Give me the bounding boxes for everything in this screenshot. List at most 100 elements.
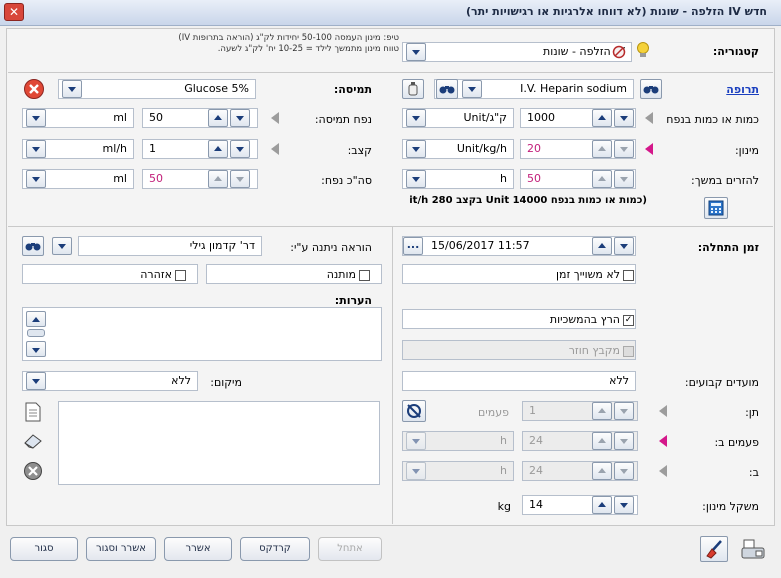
- kardex-button[interactable]: קרדקס: [240, 537, 310, 561]
- approve-close-button[interactable]: אשרר וסגור: [86, 537, 156, 561]
- comments-scroll-thumb[interactable]: [27, 329, 45, 337]
- continuous-unit-dropdown[interactable]: [406, 170, 426, 188]
- every-label: פעמים ב:: [714, 436, 759, 449]
- drug-dropdown-button[interactable]: [462, 80, 482, 98]
- tip-line-2: טווח מינון מתמשך לילד = 10-25 יח' לק"ג ל…: [217, 44, 399, 54]
- pill-icon: [612, 45, 626, 59]
- separator: [8, 72, 773, 73]
- separator: [8, 226, 773, 227]
- total-volume-unit-dropdown[interactable]: [26, 170, 46, 188]
- total-volume-down[interactable]: [230, 170, 250, 188]
- dose-label: מינון:: [734, 144, 759, 157]
- run-continuous-checkbox[interactable]: ✓הרץ בהמשכיות: [550, 313, 634, 326]
- amount-up-button[interactable]: [592, 109, 612, 127]
- times-unit: פעמים: [478, 406, 509, 419]
- ordered-by-dropdown[interactable]: [52, 237, 72, 255]
- continuous-up-button[interactable]: [592, 170, 612, 188]
- times-down[interactable]: [614, 402, 634, 420]
- location-label: מיקום:: [210, 376, 242, 389]
- drug-link[interactable]: תרופה: [726, 83, 759, 96]
- amount-arrow-icon[interactable]: [642, 109, 656, 127]
- drug-binoculars-icon[interactable]: [436, 79, 458, 99]
- location-dropdown[interactable]: [26, 372, 46, 390]
- drug-search-binoculars-icon[interactable]: [640, 79, 662, 99]
- title-bar: ✕ חדש IV הזלפה - שונות (לא דווחו אלרגיות…: [0, 0, 781, 26]
- close-window-button[interactable]: ✕: [4, 3, 24, 21]
- times-label: תן:: [745, 406, 759, 419]
- rate-down-button[interactable]: [230, 140, 250, 158]
- ordered-by-select[interactable]: דר' קדמון גילי: [78, 236, 262, 256]
- start-time-label: זמן התחלה:: [697, 241, 759, 254]
- weight-down[interactable]: [614, 496, 634, 514]
- fixed-times-select[interactable]: ללא: [402, 371, 636, 391]
- dose-unit-dropdown[interactable]: [406, 140, 426, 158]
- bulb-icon: [634, 41, 652, 59]
- reset-button[interactable]: אתחל: [318, 537, 382, 561]
- print-icon[interactable]: [740, 538, 768, 562]
- calculator-icon[interactable]: [704, 197, 728, 219]
- during-unit-dropdown[interactable]: [406, 462, 426, 480]
- broom-icon[interactable]: [700, 536, 728, 562]
- continuous-label: להזרים במשך:: [691, 174, 759, 187]
- solution-dropdown-button[interactable]: [62, 80, 82, 98]
- no-time-checkbox[interactable]: לא משוייך זמן: [556, 268, 634, 281]
- continuous-down-button[interactable]: [614, 170, 634, 188]
- start-time-up[interactable]: [592, 237, 612, 255]
- during-label: ב:: [748, 466, 759, 479]
- rate-arrow-icon[interactable]: [268, 140, 282, 158]
- during-up[interactable]: [592, 462, 612, 480]
- during-down[interactable]: [614, 462, 634, 480]
- solution-volume-down[interactable]: [230, 109, 250, 127]
- column-divider: [392, 227, 393, 524]
- every-unit-dropdown[interactable]: [406, 432, 426, 450]
- start-time-picker-button[interactable]: ...: [403, 237, 423, 255]
- solution-volume-label: נפח תמיסה:: [314, 113, 372, 126]
- rate-up-button[interactable]: [208, 140, 228, 158]
- schedule-settings-icon[interactable]: [402, 400, 426, 422]
- ordered-by-binoculars-icon[interactable]: [22, 236, 44, 256]
- weight-unit: kg: [497, 500, 511, 513]
- amount-unit-dropdown[interactable]: [406, 109, 426, 127]
- tip-line-1: טיפ: מינון העמסה 50-100 יחידות לק"ג (הור…: [178, 33, 399, 43]
- every-up[interactable]: [592, 432, 612, 450]
- solution-select[interactable]: Glucose 5%: [58, 79, 256, 99]
- approve-button[interactable]: אשרר: [164, 537, 232, 561]
- drug-info-bottle-icon[interactable]: [402, 79, 424, 99]
- dose-down-button[interactable]: [614, 140, 634, 158]
- category-select[interactable]: IV הזלפה - שונות: [402, 42, 632, 62]
- eraser-icon[interactable]: [22, 432, 44, 450]
- comments-textarea[interactable]: [22, 307, 382, 361]
- every-arrow-icon[interactable]: [656, 432, 670, 450]
- solution-label: תמיסה:: [333, 83, 372, 96]
- solution-volume-unit-dropdown[interactable]: [26, 109, 46, 127]
- start-time-down[interactable]: [614, 237, 634, 255]
- rate-unit-dropdown[interactable]: [26, 140, 46, 158]
- ordered-by-label: הוראה ניתנה ע"י:: [290, 241, 372, 254]
- amount-down-button[interactable]: [614, 109, 634, 127]
- warning-checkbox[interactable]: אזהרה: [140, 268, 186, 281]
- drug-summary: (כמות או כמות בנפח Unit 14000 בקצב 280 i…: [409, 195, 647, 206]
- times-up[interactable]: [592, 402, 612, 420]
- fixed-times-label: מועדים קבועים:: [684, 376, 759, 389]
- times-arrow-icon[interactable]: [656, 402, 670, 420]
- dose-arrow-icon[interactable]: [642, 140, 656, 158]
- remove-solution-icon[interactable]: [22, 78, 46, 100]
- recurrent-checkbox[interactable]: מקבץ חוזר: [569, 344, 634, 357]
- during-arrow-icon[interactable]: [656, 462, 670, 480]
- comments-scroll-up[interactable]: [26, 311, 46, 327]
- location-select[interactable]: ללא: [22, 371, 198, 391]
- total-volume-up[interactable]: [208, 170, 228, 188]
- dose-up-button[interactable]: [592, 140, 612, 158]
- conditional-checkbox[interactable]: מותנה: [327, 268, 370, 281]
- solution-volume-up[interactable]: [208, 109, 228, 127]
- free-text-area[interactable]: [58, 401, 380, 485]
- document-icon[interactable]: [24, 402, 42, 422]
- weight-up[interactable]: [592, 496, 612, 514]
- close-button[interactable]: סגור: [10, 537, 78, 561]
- every-down[interactable]: [614, 432, 634, 450]
- total-volume-label: סה"כ נפח:: [321, 174, 372, 187]
- clear-icon[interactable]: [23, 461, 43, 481]
- category-dropdown-button[interactable]: [406, 43, 426, 61]
- comments-scroll-down[interactable]: [26, 341, 46, 357]
- solution-volume-arrow-icon[interactable]: [268, 109, 282, 127]
